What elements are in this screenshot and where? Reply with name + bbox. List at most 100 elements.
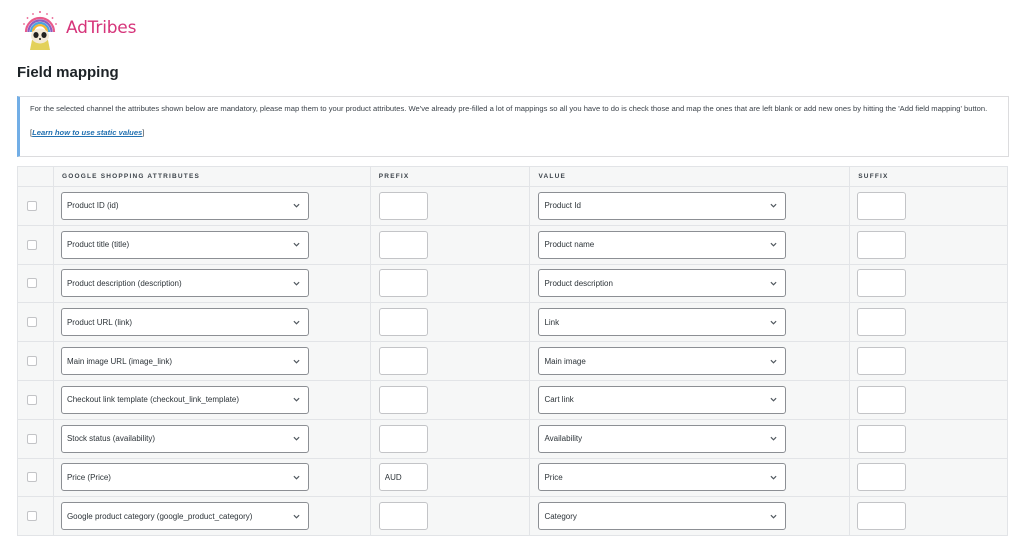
suffix-input[interactable]: [857, 424, 907, 453]
chevron-down-icon: [293, 320, 300, 325]
value-select[interactable]: Cart link: [538, 385, 787, 414]
chevron-down-icon: [293, 204, 300, 209]
table-header-row: GOOGLE SHOPPING ATTRIBUTES PREFIX VALUE …: [17, 166, 1008, 187]
suffix-input[interactable]: [857, 230, 907, 259]
value-select-value: Cart link: [544, 395, 574, 405]
suffix-input[interactable]: [857, 347, 907, 376]
attribute-select[interactable]: Product ID (id): [60, 191, 309, 220]
suffix-input[interactable]: [857, 502, 907, 531]
attribute-select-value: Main image URL (image_link): [66, 356, 173, 366]
bracket-close: ]: [142, 127, 145, 137]
chevron-down-icon: [770, 475, 777, 480]
attribute-select[interactable]: Product URL (link): [60, 308, 309, 337]
learn-static-values-link[interactable]: Learn how to use static values: [32, 128, 142, 137]
brand-name: AdTribes: [66, 18, 137, 38]
row-checkbox[interactable]: [27, 239, 37, 250]
row-checkbox[interactable]: [27, 317, 37, 328]
value-select-value: Product name: [544, 240, 595, 250]
value-select[interactable]: Product Id: [538, 191, 787, 220]
value-select[interactable]: Availability: [538, 424, 787, 453]
table-row: Stock status (availability) Availability: [17, 419, 1008, 459]
value-select[interactable]: Product name: [538, 230, 787, 259]
suffix-input[interactable]: [857, 308, 907, 337]
row-checkbox[interactable]: [27, 511, 37, 522]
chevron-down-icon: [293, 514, 300, 519]
chevron-down-icon: [770, 514, 777, 519]
attribute-select[interactable]: Product description (description): [60, 269, 309, 298]
header-suffix: SUFFIX: [849, 166, 1008, 187]
table-row: Google product category (google_product_…: [17, 496, 1008, 536]
header-select: [17, 166, 54, 187]
suffix-input[interactable]: [857, 191, 907, 220]
row-checkbox[interactable]: [27, 356, 37, 367]
row-checkbox[interactable]: [27, 433, 37, 444]
attribute-select-value: Product ID (id): [66, 201, 119, 211]
value-select[interactable]: Category: [538, 502, 787, 531]
row-checkbox[interactable]: [27, 200, 37, 211]
attribute-select-value: Checkout link template (checkout_link_te…: [66, 395, 240, 405]
chevron-down-icon: [770, 398, 777, 402]
field-mapping-table: GOOGLE SHOPPING ATTRIBUTES PREFIX VALUE …: [17, 166, 1008, 536]
value-select[interactable]: Product description: [538, 269, 787, 298]
page-title: Field mapping: [17, 64, 119, 81]
table-row: Product ID (id) Product Id: [17, 186, 1008, 226]
suffix-input[interactable]: [857, 463, 907, 492]
attribute-select-value: Stock status (availability): [66, 434, 155, 444]
attribute-select[interactable]: Product title (title): [60, 230, 309, 259]
attribute-select[interactable]: Google product category (google_product_…: [60, 502, 309, 531]
table-row: Main image URL (image_link) Main image: [17, 341, 1008, 381]
value-select[interactable]: Price: [538, 463, 787, 492]
prefix-input[interactable]: [378, 308, 428, 337]
chevron-down-icon: [293, 475, 300, 480]
value-select[interactable]: Link: [538, 308, 787, 337]
value-select-value: Link: [544, 317, 560, 327]
prefix-input[interactable]: [378, 191, 428, 220]
attribute-select-value: Product title (title): [66, 240, 130, 250]
prefix-input[interactable]: [378, 347, 428, 376]
chevron-down-icon: [293, 281, 300, 286]
header-value: VALUE: [529, 166, 851, 187]
chevron-down-icon: [293, 436, 300, 441]
value-select-value: Product description: [544, 278, 613, 288]
chevron-down-icon: [770, 242, 777, 247]
table-row: Product description (description) Produc…: [17, 264, 1008, 304]
prefix-input[interactable]: [378, 385, 428, 414]
chevron-down-icon: [293, 242, 300, 247]
panda-headdress-logo-icon: [23, 11, 57, 50]
prefix-input[interactable]: [378, 269, 428, 298]
learn-link-line: [Learn how to use static values]: [30, 127, 998, 139]
value-select-value: Price: [544, 472, 563, 482]
attribute-select-value: Price (Price): [66, 472, 111, 482]
row-checkbox[interactable]: [27, 472, 37, 483]
value-select-value: Availability: [544, 434, 583, 444]
prefix-input[interactable]: [378, 424, 428, 453]
chevron-down-icon: [770, 359, 777, 364]
attribute-select[interactable]: Stock status (availability): [60, 424, 309, 453]
notice-text: For the selected channel the attributes …: [30, 104, 988, 113]
chevron-down-icon: [770, 320, 777, 325]
row-checkbox[interactable]: [27, 278, 37, 289]
value-select-value: Category: [544, 511, 577, 521]
attribute-select[interactable]: Main image URL (image_link): [60, 347, 309, 376]
prefix-input[interactable]: [378, 502, 428, 531]
brand: AdTribes: [18, 6, 136, 50]
attribute-select[interactable]: Price (Price): [60, 463, 309, 492]
header-prefix: PREFIX: [370, 166, 531, 187]
header-attribute: GOOGLE SHOPPING ATTRIBUTES: [53, 166, 371, 187]
chevron-down-icon: [770, 436, 777, 441]
table-row: Product URL (link) Link: [17, 302, 1008, 343]
attribute-select-value: Product description (description): [66, 278, 182, 288]
chevron-down-icon: [293, 359, 300, 364]
table-row: Checkout link template (checkout_link_te…: [17, 380, 1008, 420]
chevron-down-icon: [770, 281, 777, 286]
attribute-select[interactable]: Checkout link template (checkout_link_te…: [60, 385, 309, 414]
table-row: Price (Price) Price: [17, 458, 1008, 498]
value-select-value: Main image: [544, 356, 586, 366]
table-row: Product title (title) Product name: [17, 225, 1008, 265]
prefix-input[interactable]: [378, 230, 428, 259]
suffix-input[interactable]: [857, 385, 907, 414]
prefix-input[interactable]: [378, 463, 428, 492]
suffix-input[interactable]: [857, 269, 907, 298]
value-select[interactable]: Main image: [538, 347, 787, 376]
row-checkbox[interactable]: [27, 394, 37, 405]
